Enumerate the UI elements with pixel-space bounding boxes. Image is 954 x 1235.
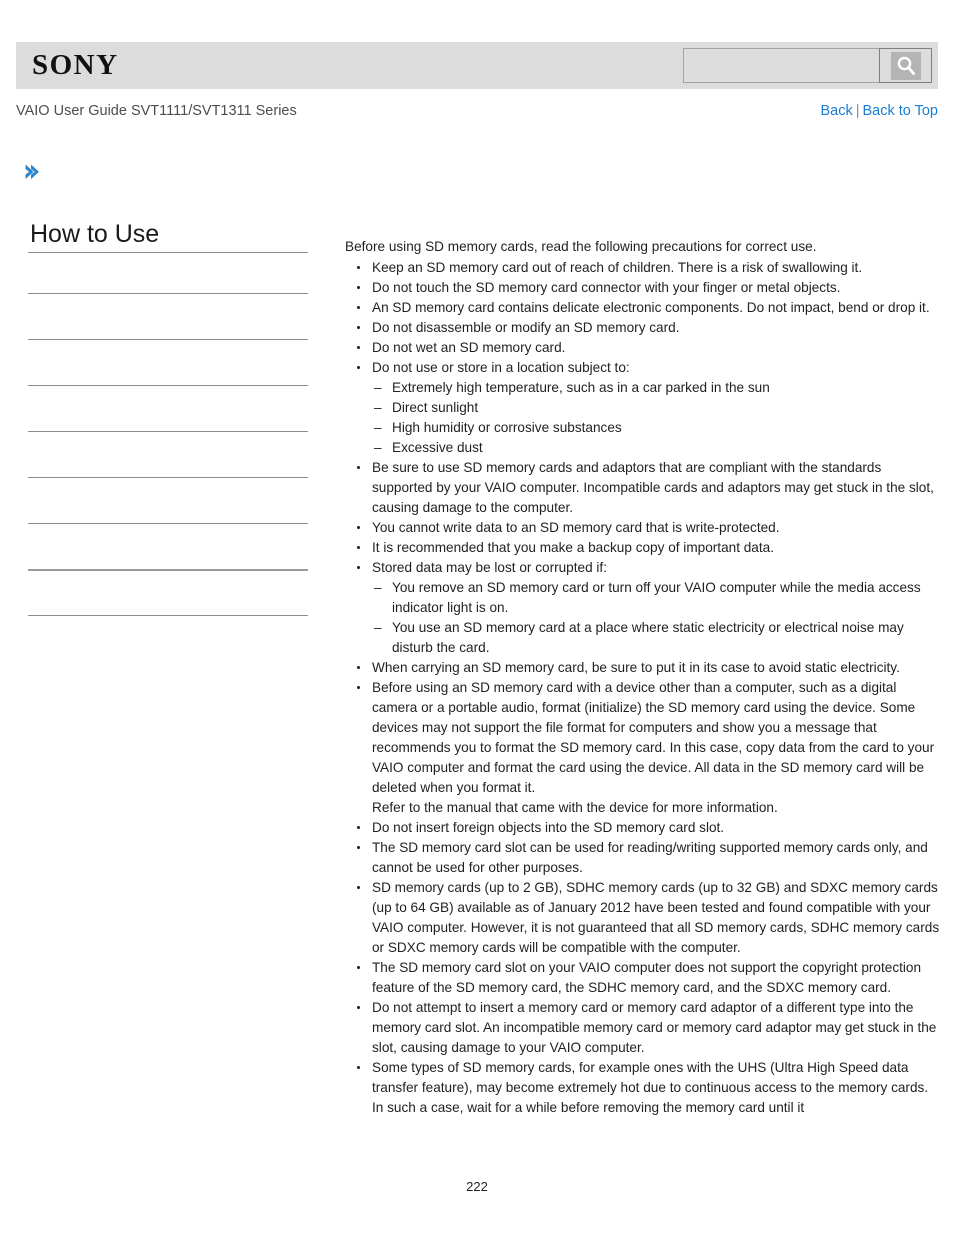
search-input[interactable] [683, 48, 879, 83]
sidebar-item-4[interactable] [28, 386, 308, 431]
back-link[interactable]: Back [820, 103, 852, 119]
list-item-text: The SD memory card slot on your VAIO com… [372, 960, 922, 995]
page-title: How to Use [30, 220, 160, 248]
list-item: Do not use or store in a location subjec… [345, 358, 940, 458]
guide-title: VAIO User Guide SVT1111/SVT1311 Series [16, 103, 297, 119]
list-item: Do not insert foreign objects into the S… [345, 818, 940, 838]
list-item: SD memory cards (up to 2 GB), SDHC memor… [345, 878, 940, 958]
list-item-text: Stored data may be lost or corrupted if: [372, 560, 607, 575]
sidebar-item-7[interactable] [28, 524, 308, 569]
precautions-list: Keep an SD memory card out of reach of c… [345, 258, 940, 1118]
list-item: Some types of SD memory cards, for examp… [345, 1058, 940, 1118]
list-item-text: Before using an SD memory card with a de… [372, 680, 935, 795]
link-separator: | [855, 103, 860, 119]
search-button[interactable] [879, 48, 932, 83]
list-item-text: Be sure to use SD memory cards and adapt… [372, 460, 934, 515]
list-item: You cannot write data to an SD memory ca… [345, 518, 940, 538]
sub-header: VAIO User Guide SVT1111/SVT1311 Series B… [16, 101, 938, 121]
sidebar-item-6[interactable] [28, 478, 308, 523]
list-item-text: Do not disassemble or modify an SD memor… [372, 320, 680, 335]
list-item-text: Some types of SD memory cards, for examp… [372, 1060, 929, 1115]
list-item-text: It is recommended that you make a backup… [372, 540, 774, 555]
sidebar-divider [28, 615, 308, 616]
list-item-text: Do not attempt to insert a memory card o… [372, 1000, 937, 1055]
list-item: The SD memory card slot on your VAIO com… [345, 958, 940, 998]
list-item: Do not attempt to insert a memory card o… [345, 998, 940, 1058]
list-item: Be sure to use SD memory cards and adapt… [345, 458, 940, 518]
list-item: Do not disassemble or modify an SD memor… [345, 318, 940, 338]
chevron-right-icon[interactable] [22, 161, 44, 183]
list-item-text: SD memory cards (up to 2 GB), SDHC memor… [372, 880, 940, 955]
list-item-text: You cannot write data to an SD memory ca… [372, 520, 780, 535]
sony-logo: SONY [32, 49, 119, 81]
sub-list-item: Direct sunlight [372, 398, 940, 418]
list-item: Do not wet an SD memory card. [345, 338, 940, 358]
sub-list: Extremely high temperature, such as in a… [372, 378, 940, 458]
sidebar-item-5[interactable] [28, 432, 308, 477]
sub-list-item: Extremely high temperature, such as in a… [372, 378, 940, 398]
sidebar-item-8[interactable] [28, 571, 308, 615]
list-item-text: Keep an SD memory card out of reach of c… [372, 260, 863, 275]
brand-header-bar: SONY [16, 42, 938, 89]
list-item-extra-text: Refer to the manual that came with the d… [372, 800, 778, 815]
list-item: Do not touch the SD memory card connecto… [345, 278, 940, 298]
header-nav-links: Back | Back to Top [820, 101, 938, 121]
sub-list-item: High humidity or corrosive substances [372, 418, 940, 438]
sub-list-item: Excessive dust [372, 438, 940, 458]
intro-paragraph: Before using SD memory cards, read the f… [345, 239, 817, 254]
list-item: Before using an SD memory card with a de… [345, 678, 940, 818]
list-item-text: Do not use or store in a location subjec… [372, 360, 630, 375]
back-to-top-link[interactable]: Back to Top [862, 103, 938, 119]
list-item-text: Do not insert foreign objects into the S… [372, 820, 725, 835]
sidebar-item-3[interactable] [28, 340, 308, 385]
sidebar-item-2[interactable] [28, 294, 308, 339]
list-item: Keep an SD memory card out of reach of c… [345, 258, 940, 278]
list-item: Stored data may be lost or corrupted if:… [345, 558, 940, 658]
sidebar: How to Use [28, 218, 308, 616]
search-icon [890, 51, 921, 80]
main-content: Before using SD memory cards, read the f… [345, 237, 940, 1118]
sub-list-item: You remove an SD memory card or turn off… [372, 578, 940, 618]
list-item: An SD memory card contains delicate elec… [345, 298, 940, 318]
list-item-text: An SD memory card contains delicate elec… [372, 300, 930, 315]
sub-list-item: You use an SD memory card at a place whe… [372, 618, 940, 658]
list-item-text: Do not wet an SD memory card. [372, 340, 566, 355]
sidebar-item-1[interactable] [28, 253, 308, 293]
list-item-text: The SD memory card slot can be used for … [372, 840, 928, 875]
page-number: 222 [466, 1179, 488, 1194]
sub-list: You remove an SD memory card or turn off… [372, 578, 940, 658]
list-item-text: Do not touch the SD memory card connecto… [372, 280, 841, 295]
search-area [683, 48, 932, 83]
list-item-text: When carrying an SD memory card, be sure… [372, 660, 900, 675]
list-item: It is recommended that you make a backup… [345, 538, 940, 558]
list-item: When carrying an SD memory card, be sure… [345, 658, 940, 678]
list-item: The SD memory card slot can be used for … [345, 838, 940, 878]
